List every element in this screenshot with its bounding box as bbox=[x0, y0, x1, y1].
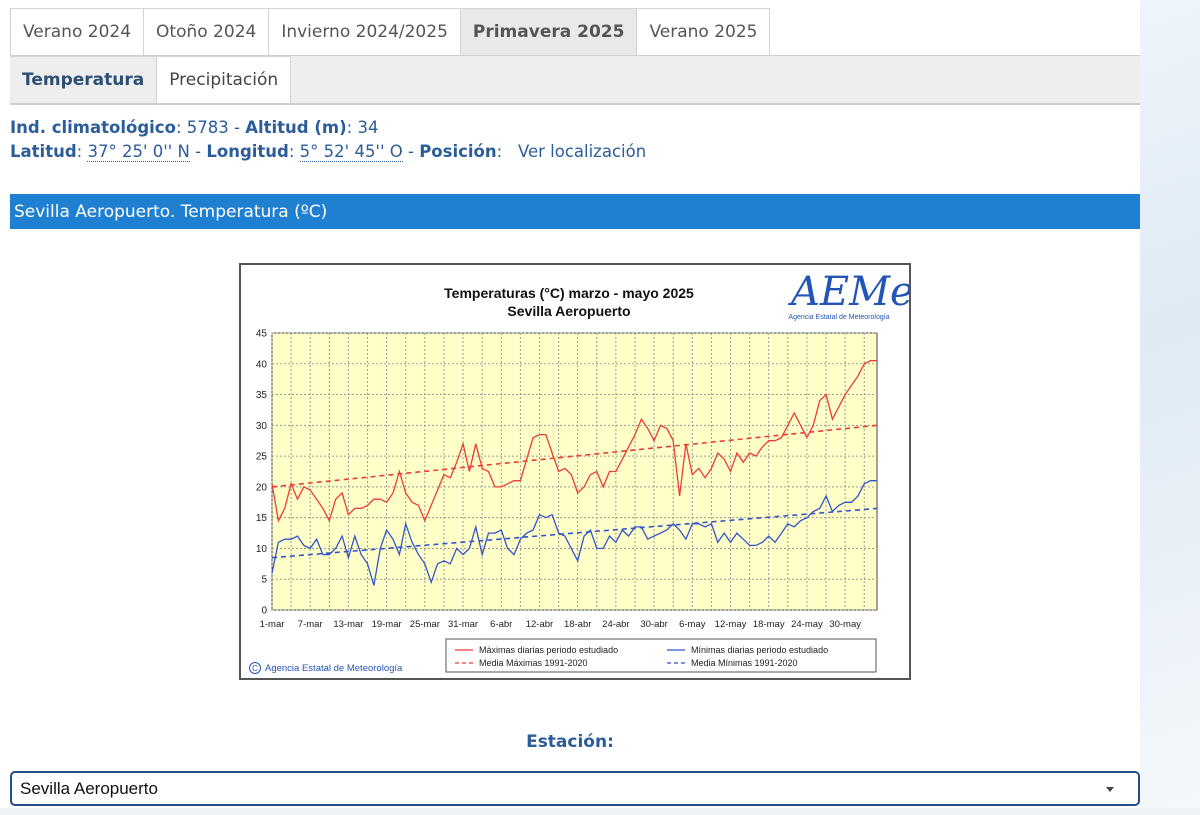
x-tick-label: 25-mar bbox=[410, 619, 440, 630]
x-tick-label: 18-abr bbox=[564, 619, 591, 630]
x-tick-label: 1-mar bbox=[260, 619, 285, 630]
y-tick-label: 45 bbox=[256, 329, 268, 340]
x-tick-label: 30-may bbox=[829, 619, 861, 630]
chart-svg: 0 5 10 15 20 25 30 35 40 45 1-mar 7-mar 13-mar 19-mar… bbox=[249, 269, 909, 674]
chart-subtitle: Sevilla Aeropuerto bbox=[507, 303, 630, 319]
station-select[interactable]: Sevilla Aeropuerto bbox=[10, 771, 1140, 806]
tab-verano-2025[interactable]: Verano 2025 bbox=[636, 8, 771, 55]
x-tick-label: 6-may bbox=[679, 619, 706, 630]
y-tick-label: 15 bbox=[256, 513, 268, 524]
station-info-line-2: Latitud: 37° 25' 0'' N - Longitud: 5° 52… bbox=[10, 142, 647, 162]
legend-label-2: Mínimas diarias periodo estudiado bbox=[691, 645, 828, 655]
season-tabs: Verano 2024 Otoño 2024 Invierno 2024/202… bbox=[10, 8, 1140, 56]
page-background-bottom bbox=[0, 808, 1200, 815]
altitud-label: Altitud (m) bbox=[245, 118, 347, 137]
tab-verano-2024[interactable]: Verano 2024 bbox=[10, 8, 145, 55]
copyright-icon-glyph: C bbox=[252, 664, 258, 673]
x-tick-label: 30-abr bbox=[640, 619, 667, 630]
x-tick-label: 12-may bbox=[715, 619, 747, 630]
station-label: Estación: bbox=[526, 732, 614, 752]
y-tick-label: 5 bbox=[261, 575, 267, 586]
x-tick-label: 13-mar bbox=[333, 619, 363, 630]
y-tick-label: 10 bbox=[256, 544, 268, 555]
aemet-logo-caption: Agencia Estatal de Meteorología bbox=[788, 314, 889, 321]
tab-precipitacion[interactable]: Precipitación bbox=[156, 56, 292, 103]
longitud-label: Longitud bbox=[206, 142, 289, 161]
x-tick-label: 24-abr bbox=[602, 619, 629, 630]
tab-otono-2024[interactable]: Otoño 2024 bbox=[143, 8, 270, 55]
legend-label-0: Máximas diarias periodo estudiado bbox=[479, 645, 618, 655]
page-background-decoration bbox=[1140, 0, 1200, 815]
variable-tabs: Temperatura Precipitación bbox=[10, 56, 1140, 105]
x-tick-label: 6-abr bbox=[490, 619, 512, 630]
longitud-value: 5° 52' 45'' O bbox=[299, 142, 403, 162]
x-tick-label: 18-may bbox=[753, 619, 785, 630]
latitud-label: Latitud bbox=[10, 142, 77, 161]
x-tick-label: 19-mar bbox=[372, 619, 402, 630]
ind-climatologico-value: 5783 bbox=[186, 118, 229, 137]
tab-temperatura[interactable]: Temperatura bbox=[10, 56, 158, 103]
chart-title: Temperaturas (°C) marzo - mayo 2025 bbox=[444, 285, 694, 301]
temperature-chart: 0 5 10 15 20 25 30 35 40 45 1-mar 7-mar 13-mar 19-mar… bbox=[239, 263, 911, 680]
x-tick-label: 31-mar bbox=[448, 619, 478, 630]
x-tick-label: 24-may bbox=[791, 619, 823, 630]
legend-label-3: Media Mínimas 1991-2020 bbox=[691, 658, 798, 668]
station-info-line-1: Ind. climatológico: 5783 - Altitud (m): … bbox=[10, 118, 379, 137]
y-tick-label: 25 bbox=[256, 452, 268, 463]
posicion-label: Posición bbox=[419, 142, 497, 161]
chevron-down-icon bbox=[1106, 787, 1114, 792]
latitud-value: 37° 25' 0'' N bbox=[87, 142, 190, 162]
x-tick-label: 7-mar bbox=[298, 619, 323, 630]
legend-label-1: Media Máximas 1991-2020 bbox=[479, 658, 588, 668]
ver-localizacion-link[interactable]: Ver localización bbox=[518, 142, 646, 161]
aemet-logo: AEMet bbox=[787, 269, 909, 315]
y-tick-label: 0 bbox=[261, 606, 267, 617]
y-tick-label: 40 bbox=[256, 359, 268, 370]
copyright-text: Agencia Estatal de Meteorología bbox=[265, 663, 403, 674]
tab-primavera-2025[interactable]: Primavera 2025 bbox=[459, 8, 638, 55]
section-title-bar: Sevilla Aeropuerto. Temperatura (ºC) bbox=[10, 194, 1140, 229]
altitud-value: 34 bbox=[357, 118, 379, 137]
y-tick-label: 35 bbox=[256, 390, 268, 401]
ind-climatologico-label: Ind. climatológico bbox=[10, 118, 176, 137]
x-tick-label: 12-abr bbox=[526, 619, 553, 630]
station-select-value: Sevilla Aeropuerto bbox=[20, 779, 158, 798]
plot-area bbox=[271, 332, 878, 611]
tab-invierno-2024-2025[interactable]: Invierno 2024/2025 bbox=[268, 8, 461, 55]
y-tick-label: 20 bbox=[256, 482, 268, 493]
y-tick-label: 30 bbox=[256, 421, 268, 432]
